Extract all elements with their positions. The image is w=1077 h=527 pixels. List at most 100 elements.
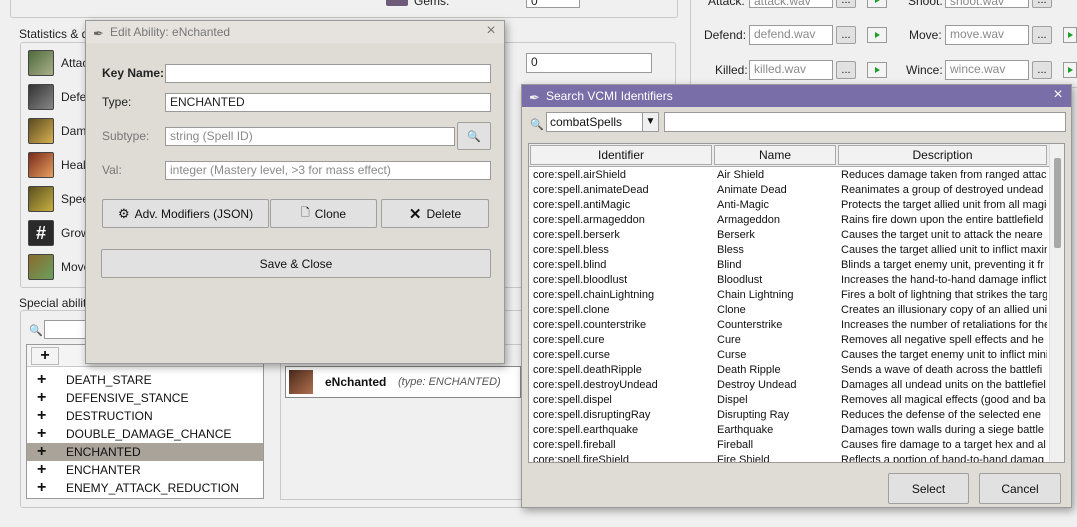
select-button[interactable]: Select [888, 473, 969, 504]
list-item[interactable]: + ENCHANTER [27, 461, 263, 479]
column-header-description[interactable]: Description [838, 145, 1047, 165]
table-row[interactable]: core:spell.bloodlust Bloodlust Increases t… [529, 273, 1047, 288]
killed-sound-play[interactable] [867, 62, 887, 78]
move-sound-label: Move: [909, 28, 942, 42]
identifier-search-input[interactable] [664, 112, 1066, 132]
description-cell: Causes fire damage to a target hex and a… [841, 439, 1046, 451]
table-row[interactable]: core:spell.disruptingRay Disrupting Ray Re… [529, 408, 1047, 423]
table-row[interactable]: core:spell.chainLightning Chain Lightning… [529, 288, 1047, 303]
name-cell: Berserk [717, 229, 755, 241]
defend-sound-play[interactable] [867, 27, 887, 43]
category-dropdown[interactable]: combatSpells ▼ [546, 112, 659, 132]
list-search-input[interactable] [44, 320, 88, 339]
table-row[interactable]: core:spell.curse Curse Causes the target e… [529, 348, 1047, 363]
list-item[interactable]: + DEFENSIVE_STANCE [27, 389, 263, 407]
subtype-field[interactable]: string (Spell ID) [165, 127, 455, 146]
gems-label: Gems: [414, 0, 450, 8]
identifier-cell: core:spell.chainLightning [533, 289, 655, 301]
wince-sound-play[interactable] [1063, 62, 1077, 78]
list-item[interactable]: + ENCHANTED [27, 443, 263, 461]
list-item[interactable]: + DEATH_STARE [27, 371, 263, 389]
wince-sound-browse[interactable]: ... [1032, 61, 1052, 79]
table-row[interactable]: core:spell.airShield Air Shield Reduces da… [529, 168, 1047, 183]
table-row[interactable]: core:spell.earthquake Earthquake Damages t… [529, 423, 1047, 438]
table-row[interactable]: core:spell.antiMagic Anti-Magic Protects t… [529, 198, 1047, 213]
table-row[interactable]: core:spell.berserk Berserk Causes the targ… [529, 228, 1047, 243]
defend-sound-browse[interactable]: ... [836, 26, 856, 44]
description-cell: Damages all undead units on the battlefi… [841, 379, 1046, 391]
wince-sound-label: Wince: [906, 63, 943, 77]
identifier-cell: core:spell.berserk [533, 229, 620, 241]
column-header-identifier[interactable]: Identifier [530, 145, 712, 165]
name-cell: Cure [717, 334, 741, 346]
cancel-button[interactable]: Cancel [979, 473, 1061, 504]
ability-card[interactable]: eNchanted (type: ENCHANTED) [285, 366, 521, 398]
table-row[interactable]: core:spell.cure Cure Removes all negative … [529, 333, 1047, 348]
plus-icon: + [37, 407, 47, 424]
subtype-search-button[interactable]: 🔍 [457, 122, 491, 150]
val-field[interactable]: integer (Mastery level, >3 for mass effe… [165, 161, 491, 180]
shoot-sound-label: Shoot: [908, 0, 943, 8]
close-icon[interactable]: × [483, 23, 499, 40]
move-sound-play[interactable] [1063, 27, 1077, 43]
stat-value-field[interactable]: 0 [526, 53, 652, 73]
table-row[interactable]: core:spell.fireball Fireball Causes fire d… [529, 438, 1047, 453]
table-row[interactable]: core:spell.blind Blind Blinds a target ene… [529, 258, 1047, 273]
add-ability-button[interactable]: + [31, 347, 59, 365]
table-row[interactable]: core:spell.animateDead Animate Dead Reanim… [529, 183, 1047, 198]
list-item[interactable]: + DOUBLE_DAMAGE_CHANCE [27, 425, 263, 443]
table-row[interactable]: core:spell.clone Clone Creates an illusion… [529, 303, 1047, 318]
key-name-label: Key Name: [102, 66, 165, 80]
table-row[interactable]: core:spell.deathRipple Death Ripple Sends … [529, 363, 1047, 378]
attack-sound-play[interactable] [867, 0, 887, 8]
edit-dialog-title: Edit Ability: eNchanted [110, 25, 231, 39]
name-cell: Death Ripple [717, 364, 781, 376]
attack-sound-browse[interactable]: ... [836, 0, 856, 8]
name-cell: Air Shield [717, 169, 765, 181]
speed-icon [28, 186, 54, 212]
defend-sound-field[interactable]: defend.wav [749, 25, 833, 45]
move-sound-browse[interactable]: ... [1032, 26, 1052, 44]
table-row[interactable]: core:spell.destroyUndead Destroy Undead Da… [529, 378, 1047, 393]
table-row[interactable]: core:spell.dispel Dispel Removes all magic… [529, 393, 1047, 408]
wince-sound-field[interactable]: wince.wav [945, 60, 1029, 80]
adv-modifiers-button[interactable]: ⚙ Adv. Modifiers (JSON) [102, 199, 269, 228]
column-header-name[interactable]: Name [714, 145, 836, 165]
attack-sound-field[interactable]: attack.wav [749, 0, 833, 8]
ability-card-name: eNchanted [325, 375, 387, 389]
shoot-sound-field[interactable]: shoot.wav [945, 0, 1029, 8]
killed-sound-label: Killed: [715, 63, 748, 77]
shoot-sound-browse[interactable]: ... [1032, 0, 1052, 8]
list-item-label: DOUBLE_DAMAGE_CHANCE [66, 427, 232, 441]
attack-sound-label: Attack: [708, 0, 745, 8]
move-sound-field[interactable]: move.wav [945, 25, 1029, 45]
identifier-cell: core:spell.clone [533, 304, 610, 316]
name-cell: Anti-Magic [717, 199, 769, 211]
clone-button[interactable]: 🗋 Clone [270, 199, 377, 228]
key-name-field[interactable] [165, 64, 491, 83]
type-field[interactable]: ENCHANTED [165, 93, 491, 112]
killed-sound-browse[interactable]: ... [836, 61, 856, 79]
movement-icon [28, 254, 54, 280]
table-scrollbar[interactable] [1049, 144, 1064, 462]
gems-field[interactable]: 0 [526, 0, 580, 8]
delete-button[interactable]: ✕ Delete [381, 199, 489, 228]
table-row[interactable]: core:spell.armageddon Armageddon Rains fir… [529, 213, 1047, 228]
gear-icon: ⚙ [117, 205, 130, 221]
save-close-button[interactable]: Save & Close [101, 249, 491, 278]
scrollbar-thumb[interactable] [1054, 158, 1061, 248]
killed-sound-field[interactable]: killed.wav [749, 60, 833, 80]
close-icon[interactable]: × [1050, 87, 1066, 104]
list-item[interactable]: + DESTRUCTION [27, 407, 263, 425]
table-row[interactable]: core:spell.bless Bless Causes the target a… [529, 243, 1047, 258]
table-row[interactable]: core:spell.counterstrike Counterstrike Inc… [529, 318, 1047, 333]
name-cell: Bless [717, 244, 744, 256]
feather-icon: ✒ [93, 26, 104, 41]
list-item[interactable]: + ENEMY_ATTACK_REDUCTION [27, 479, 263, 497]
description-cell: Causes the target enemy unit to inflict … [841, 349, 1047, 361]
delete-x-icon: ✕ [408, 205, 422, 223]
table-row[interactable]: core:spell.fireShield Fire Shield Reflects… [529, 453, 1047, 462]
list-item-label: ENEMY_ATTACK_REDUCTION [66, 481, 239, 495]
name-cell: Animate Dead [717, 184, 787, 196]
description-cell: Blinds a target enemy unit, preventing i… [841, 259, 1044, 271]
